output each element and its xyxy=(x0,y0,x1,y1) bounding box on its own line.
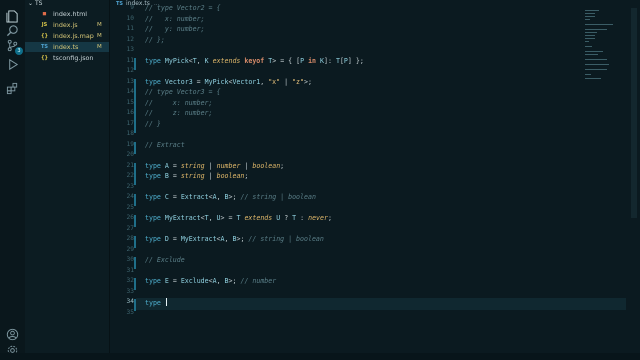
line-number: 14 xyxy=(126,88,134,95)
vscode-window: 3 ⌄ TS ◼ index.html JS index.js M {} ind… xyxy=(0,0,640,360)
line-number: 28 xyxy=(126,235,134,242)
file-name: index.js xyxy=(53,21,78,29)
modified-line-marker xyxy=(134,236,136,248)
line-number: 10 xyxy=(126,14,134,22)
current-line-highlight xyxy=(136,298,626,310)
code-line[interactable]: type B = string | boolean; xyxy=(145,172,248,180)
code-line[interactable]: // } xyxy=(145,120,161,128)
source-control-icon[interactable]: 3 xyxy=(5,38,23,55)
line-number: 19 xyxy=(126,140,134,148)
line-number: 16 xyxy=(126,109,134,116)
code-line[interactable]: type D = MyExtract<A, B>; // string | bo… xyxy=(145,235,324,243)
line-number: 31 xyxy=(126,266,134,274)
modified-line-marker xyxy=(134,79,136,133)
line-number: 33 xyxy=(126,287,134,295)
line-number: 32 xyxy=(126,277,134,284)
file-item-index-html[interactable]: ◼ index.html xyxy=(25,9,109,19)
line-number: 12 xyxy=(126,35,134,43)
line-number: 13 xyxy=(126,77,134,85)
modified-line-marker xyxy=(134,299,136,311)
code-line[interactable]: // Exclude xyxy=(145,256,185,264)
scm-badge: 3 xyxy=(15,47,23,55)
explorer-icon[interactable] xyxy=(5,9,20,24)
js-file-icon: JS xyxy=(41,22,48,28)
file-name: tsconfig.json xyxy=(53,54,94,62)
file-name: index.html xyxy=(53,10,88,18)
code-line[interactable]: type A = string | number | boolean; xyxy=(145,162,284,170)
html-file-icon: ◼ xyxy=(42,11,47,17)
code-line[interactable]: type MyExtract<T, U> = T extends U ? T :… xyxy=(145,214,332,222)
line-number: 29 xyxy=(126,245,134,253)
line-number: 11 xyxy=(126,56,134,64)
line-number: 9 xyxy=(130,4,134,11)
file-item-index-js-map[interactable]: {} index.js.map M xyxy=(25,31,109,41)
file-item-index-ts[interactable]: TS index.ts M xyxy=(25,42,109,52)
file-name: index.js.map xyxy=(53,32,94,40)
json-file-icon: {} xyxy=(40,55,49,61)
status-bar xyxy=(0,353,640,360)
modified-line-marker xyxy=(134,163,136,185)
file-item-tsconfig-json[interactable]: {} tsconfig.json xyxy=(25,53,109,63)
line-number: 21 xyxy=(126,161,134,169)
line-number: 12 xyxy=(126,67,134,74)
line-number: 24 xyxy=(126,193,134,200)
line-number: 17 xyxy=(126,119,134,127)
run-debug-icon[interactable] xyxy=(5,57,20,72)
folder-name: TS xyxy=(34,0,43,7)
code-line[interactable]: // z: number; xyxy=(145,109,213,117)
explorer-sidebar: ⌄ TS ◼ index.html JS index.js M {} index… xyxy=(25,0,110,360)
line-number: 13 xyxy=(126,46,134,53)
editor-scrollbar[interactable] xyxy=(631,8,637,218)
line-number: 25 xyxy=(126,203,134,211)
code-line[interactable]: type MyPick<T, K extends keyof T> = { [P… xyxy=(145,57,364,65)
modified-line-marker xyxy=(134,278,136,290)
file-item-index-js[interactable]: JS index.js M xyxy=(25,20,109,30)
modified-line-marker xyxy=(134,194,136,206)
code-line[interactable]: // }; xyxy=(145,36,165,44)
line-number: 20 xyxy=(126,151,134,158)
line-number: 15 xyxy=(126,98,134,106)
json-file-icon: {} xyxy=(40,33,49,39)
code-line[interactable]: type xyxy=(145,298,167,307)
code-line[interactable]: type C = Extract<A, B>; // string | bool… xyxy=(145,193,316,201)
line-number: 18 xyxy=(126,130,134,137)
chevron-down-icon: ⌄ xyxy=(28,0,34,7)
code-line[interactable]: // type Vector2 = { xyxy=(145,4,220,12)
file-status: M xyxy=(97,22,102,28)
code-line[interactable]: type E = Exclude<A, B>; // number xyxy=(145,277,276,285)
line-number: 30 xyxy=(126,256,134,263)
line-number: 34 xyxy=(126,298,134,305)
modified-line-marker xyxy=(134,58,136,70)
account-icon[interactable] xyxy=(5,327,20,342)
line-number: 26 xyxy=(126,214,134,221)
code-line[interactable]: type Vector3 = MyPick<Vector1, "x" | "z"… xyxy=(145,78,312,86)
minimap[interactable] xyxy=(585,10,627,80)
line-number: 23 xyxy=(126,182,134,190)
modified-line-marker xyxy=(134,142,136,154)
line-number: 11 xyxy=(126,25,134,32)
line-number: 35 xyxy=(126,308,134,316)
code-line[interactable]: // x: number; xyxy=(145,15,205,23)
modified-line-marker xyxy=(134,215,136,227)
modified-line-marker xyxy=(134,257,136,269)
line-number: 27 xyxy=(126,224,134,232)
code-line[interactable]: // Extract xyxy=(145,141,185,149)
activity-bar: 3 xyxy=(0,0,25,360)
file-status: M xyxy=(97,33,102,39)
file-name: index.ts xyxy=(53,43,79,51)
code-line[interactable]: // x: number; xyxy=(145,99,213,107)
explorer-folder-header[interactable]: ⌄ TS xyxy=(25,0,109,7)
extensions-icon[interactable] xyxy=(5,81,20,96)
text-cursor xyxy=(165,298,167,306)
search-icon[interactable] xyxy=(5,23,20,38)
line-number: 22 xyxy=(126,172,134,179)
code-line[interactable]: // y: number; xyxy=(145,25,205,33)
file-status: M xyxy=(97,44,102,50)
code-line[interactable]: // type Vector3 = { xyxy=(145,88,220,96)
ts-file-icon: TS xyxy=(40,44,48,50)
